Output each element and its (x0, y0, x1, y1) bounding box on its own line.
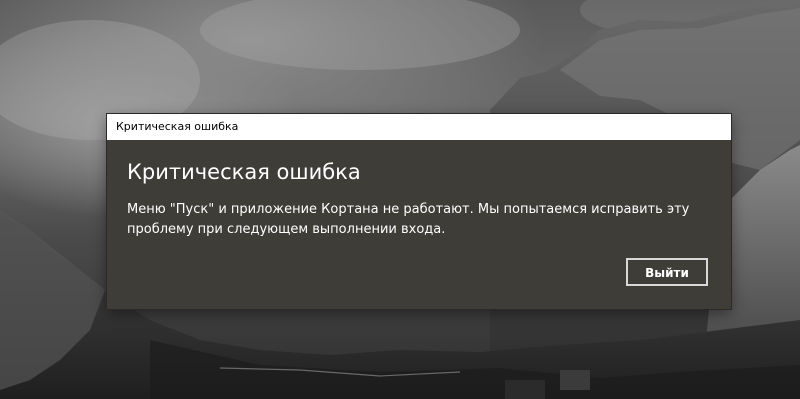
sign-out-button[interactable]: Выйти (626, 258, 708, 286)
dialog-heading: Критическая ошибка (127, 160, 361, 184)
error-message: Меню "Пуск" и приложение Кортана не рабо… (127, 202, 690, 237)
critical-error-dialog: Критическая ошибка Критическая ошибка Ме… (107, 114, 731, 309)
dialog-titlebar: Критическая ошибка (107, 114, 731, 140)
desktop-background: Критическая ошибка Критическая ошибка Ме… (0, 0, 800, 399)
